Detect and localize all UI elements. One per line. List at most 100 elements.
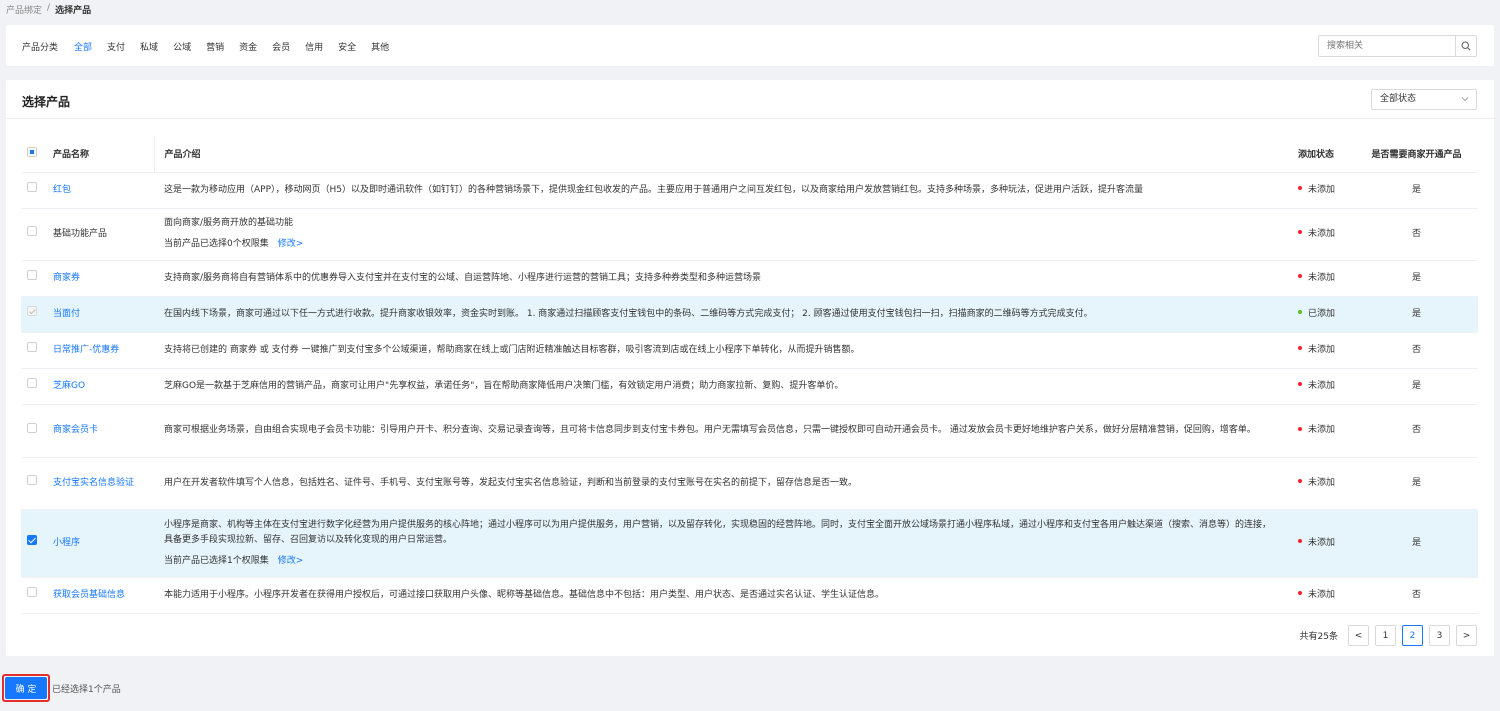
product-name[interactable]: 日常推广-优惠券 — [53, 345, 119, 355]
row-checkbox[interactable] — [27, 182, 37, 192]
need-activation-value: 是 — [1411, 272, 1421, 283]
table-header-row: 产品名称 产品介绍 添加状态 是否需要商家开通产品 — [21, 136, 1478, 173]
row-checkbox[interactable] — [27, 342, 37, 352]
status-filter-select[interactable]: 全部状态 — [1371, 89, 1477, 110]
add-status: 未添加 — [1308, 228, 1336, 239]
category-tab-other[interactable]: 其他 — [371, 40, 389, 53]
product-intro: 商家可根据业务场景，自由组合实现电子会员卡功能：引导用户开卡、积分查询、交易记录… — [164, 425, 1256, 435]
category-tab-all[interactable]: 全部 — [74, 40, 92, 53]
status-dot — [1298, 382, 1302, 386]
row-checkbox[interactable] — [27, 378, 37, 388]
need-activation-cell: 是 — [1355, 509, 1478, 578]
row-checkbox-cell — [21, 457, 43, 510]
table-row[interactable]: 芝麻GO 芝麻GO是一款基于芝麻信用的营销产品，商家可让用户"先享权益，承诺任务"… — [21, 368, 1478, 405]
search-input[interactable] — [1319, 36, 1455, 56]
need-activation-value: 是 — [1411, 537, 1421, 548]
add-status-cell: 未添加 — [1288, 172, 1355, 209]
product-name: 基础功能产品 — [53, 228, 108, 239]
product-name[interactable]: 支付宝实名信息验证 — [53, 478, 134, 488]
divider — [6, 118, 1494, 119]
category-tab-funds[interactable]: 资金 — [239, 40, 257, 53]
row-checkbox[interactable] — [27, 587, 37, 597]
category-tab-private-domain[interactable]: 私域 — [140, 40, 158, 53]
row-checkbox[interactable] — [27, 422, 37, 433]
category-tab-public-domain[interactable]: 公域 — [173, 40, 191, 53]
table-row[interactable]: 获取会员基础信息 本能力适用于小程序。小程序开发者在获得用户授权后，可通过接口获取… — [21, 577, 1478, 614]
modify-permission-link[interactable]: 修改> — [278, 239, 304, 249]
status-dot — [1298, 479, 1302, 483]
table-row[interactable]: 商家会员卡 商家可根据业务场景，自由组合实现电子会员卡功能：引导用户开卡、积分查询… — [21, 404, 1478, 458]
pagination-page-3[interactable]: 3 — [1429, 625, 1450, 646]
row-checkbox[interactable] — [27, 270, 37, 280]
row-checkbox[interactable] — [27, 306, 37, 316]
product-name[interactable]: 商家券 — [53, 273, 80, 283]
need-activation-cell: 是 — [1355, 172, 1478, 209]
product-intro-cell: 商家可根据业务场景，自由组合实现电子会员卡功能：引导用户开卡、积分查询、交易记录… — [154, 404, 1288, 458]
status-dot — [1298, 310, 1302, 314]
row-checkbox[interactable] — [27, 535, 37, 545]
add-status-cell: 已添加 — [1288, 296, 1355, 333]
need-activation-value: 否 — [1411, 425, 1421, 435]
table-row[interactable]: 支付宝实名信息验证 用户在开发者软件填写个人信息，包括姓名、证件号、手机号、支付宝… — [21, 457, 1478, 510]
search-button[interactable] — [1455, 36, 1476, 56]
product-name-cell: 当面付 — [43, 296, 154, 333]
category-tab-marketing[interactable]: 营销 — [206, 40, 224, 53]
need-activation-cell: 否 — [1355, 577, 1478, 614]
add-status: 未添加 — [1308, 589, 1336, 600]
status-dot — [1298, 591, 1302, 595]
table-row[interactable]: 小程序 小程序是商家、机构等主体在支付宝进行数字化经营为用户提供服务的核心阵地；通… — [21, 509, 1478, 578]
need-activation-cell: 是 — [1355, 368, 1478, 405]
product-table: 产品名称 产品介绍 添加状态 是否需要商家开通产品 红包 这是一款为移动应用（AP… — [21, 136, 1478, 614]
add-status: 未添加 — [1308, 477, 1336, 488]
product-name[interactable]: 获取会员基础信息 — [53, 590, 125, 600]
category-tab-security[interactable]: 安全 — [338, 40, 356, 53]
product-intro-cell: 小程序是商家、机构等主体在支付宝进行数字化经营为用户提供服务的核心阵地；通过小程… — [154, 509, 1288, 578]
product-intro: 本能力适用于小程序。小程序开发者在获得用户授权后，可通过接口获取用户头像、昵称等… — [164, 589, 885, 600]
pagination-prev-button[interactable]: < — [1348, 625, 1369, 646]
confirm-highlight: 确 定 — [2, 674, 50, 702]
need-activation-value: 否 — [1411, 589, 1421, 600]
product-name[interactable]: 小程序 — [53, 538, 80, 548]
product-name[interactable]: 商家会员卡 — [53, 425, 98, 435]
table-row[interactable]: 商家券 支持商家/服务商将自有营销体系中的优惠券导入支付宝并在支付宝的公域、自运营… — [21, 260, 1478, 297]
select-all-checkbox[interactable] — [27, 147, 37, 158]
permission-count-text: 当前产品已选择1个权限集 — [164, 555, 269, 566]
table-row[interactable]: 日常推广-优惠券 支持将已创建的 商家券 或 支付券 一键推广到支付宝多个公域渠道… — [21, 332, 1478, 369]
table-row[interactable]: 红包 这是一款为移动应用（APP），移动网页（H5）以及即时通讯软件（如钉钉）的各… — [21, 172, 1478, 209]
pagination-page-1[interactable]: 1 — [1375, 625, 1396, 646]
category-tab-payment[interactable]: 支付 — [107, 40, 125, 53]
product-intro: 面向商家/服务商开放的基础功能 — [164, 218, 294, 228]
table-row[interactable]: 基础功能产品 面向商家/服务商开放的基础功能 当前产品已选择0个权限集 修改> 未添加 否 — [21, 208, 1478, 261]
row-checkbox-cell — [21, 509, 43, 578]
row-checkbox-cell — [21, 172, 43, 209]
need-activation-cell: 是 — [1355, 260, 1478, 297]
product-name-cell: 芝麻GO — [43, 368, 154, 405]
table-row[interactable]: 当面付 在国内线下场景，商家可通过以下任一方式进行收款。提升商家收银效率，资金实时… — [21, 296, 1478, 333]
breadcrumb-parent[interactable]: 产品绑定 — [6, 3, 42, 16]
row-checkbox-cell — [21, 296, 43, 333]
confirm-button[interactable]: 确 定 — [5, 677, 47, 699]
product-intro: 在国内线下场景，商家可通过以下任一方式进行收款。提升商家收银效率，资金实时到账。… — [164, 308, 1093, 319]
product-name[interactable]: 红包 — [53, 185, 71, 195]
product-intro: 小程序是商家、机构等主体在支付宝进行数字化经营为用户提供服务的核心阵地；通过小程… — [164, 519, 1272, 545]
pagination-page-2[interactable]: 2 — [1402, 625, 1423, 646]
product-intro-cell: 在国内线下场景，商家可通过以下任一方式进行收款。提升商家收银效率，资金实时到账。… — [154, 296, 1288, 333]
product-name[interactable]: 芝麻GO — [53, 381, 85, 391]
pagination: 共有25条 < 1 2 3 > — [1300, 625, 1477, 646]
status-filter-value: 全部状态 — [1380, 94, 1417, 104]
select-all-cell — [21, 136, 43, 173]
product-name[interactable]: 当面付 — [53, 309, 80, 319]
breadcrumb-current: 选择产品 — [55, 6, 92, 16]
permission-count-text: 当前产品已选择0个权限集 — [164, 239, 269, 249]
row-checkbox[interactable] — [27, 475, 37, 485]
row-checkbox[interactable] — [27, 226, 37, 236]
product-name-cell: 商家券 — [43, 260, 154, 297]
product-name-cell: 红包 — [43, 172, 154, 209]
pagination-next-button[interactable]: > — [1456, 625, 1477, 646]
add-status: 已添加 — [1308, 308, 1336, 319]
breadcrumb: 产品绑定 / 选择产品 — [6, 3, 92, 16]
modify-permission-link[interactable]: 修改> — [278, 556, 304, 566]
need-activation-value: 是 — [1411, 477, 1421, 488]
category-tab-member[interactable]: 会员 — [272, 40, 290, 53]
category-tab-credit[interactable]: 信用 — [305, 40, 323, 53]
